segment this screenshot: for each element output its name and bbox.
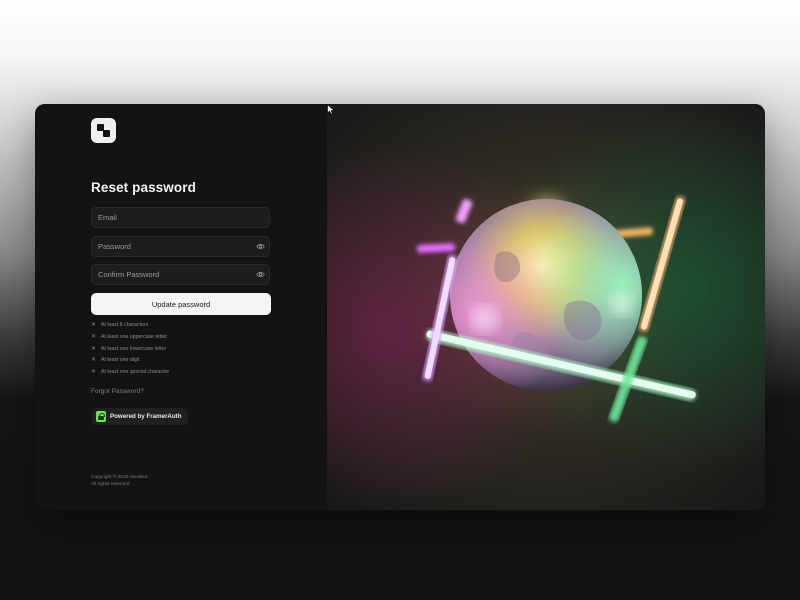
requirement-item: ✕ At least one lowercase letter (91, 345, 166, 353)
eye-icon[interactable] (256, 270, 265, 279)
logo-icon[interactable] (91, 118, 116, 143)
glowing-sphere-illustration (327, 104, 765, 510)
requirement-label: At least 8 characters (101, 322, 149, 328)
lock-icon (96, 411, 106, 422)
page-title: Reset password (91, 180, 196, 195)
requirement-label: At least one lowercase letter (101, 346, 167, 352)
requirement-label: At least one special character (101, 369, 170, 375)
requirement-item: ✕ At least one special character (91, 368, 169, 376)
email-field[interactable]: Email (91, 207, 270, 228)
confirm-password-placeholder: Confirm Password (98, 270, 160, 279)
password-placeholder: Password (98, 242, 131, 251)
password-field[interactable]: Password (91, 236, 270, 257)
email-placeholder: Email (98, 213, 117, 222)
x-icon: ✕ (91, 369, 97, 375)
mouse-cursor-icon (327, 104, 335, 115)
x-icon: ✕ (91, 334, 97, 340)
logo-square-bottom (103, 130, 110, 137)
hero-artwork (327, 104, 765, 510)
requirement-item: ✕ At least 8 characters (91, 321, 148, 329)
requirement-item: ✕ At least one digit (91, 356, 139, 364)
requirement-label: At least one digit (101, 357, 140, 363)
eye-icon[interactable] (256, 242, 265, 251)
powered-by-badge[interactable]: Powered by FramerAuth (92, 408, 188, 425)
badge-label: Powered by FramerAuth (110, 413, 182, 420)
copyright-text: Copyright © 2025 Vendeur. (91, 475, 149, 480)
forgot-password-link[interactable]: Forgot Password? (91, 388, 144, 395)
x-icon: ✕ (91, 346, 97, 352)
rights-text: All rights reserved. (91, 482, 131, 487)
form-panel: Reset password Email Password Confirm Pa… (35, 104, 327, 510)
app-window: Reset password Email Password Confirm Pa… (35, 104, 765, 510)
requirement-item: ✕ At least one uppercase letter (91, 333, 167, 341)
x-icon: ✕ (91, 357, 97, 363)
confirm-password-field[interactable]: Confirm Password (91, 264, 270, 285)
requirement-label: At least one uppercase letter (101, 334, 168, 340)
update-password-button[interactable]: Update password (91, 293, 271, 315)
x-icon: ✕ (91, 322, 97, 328)
